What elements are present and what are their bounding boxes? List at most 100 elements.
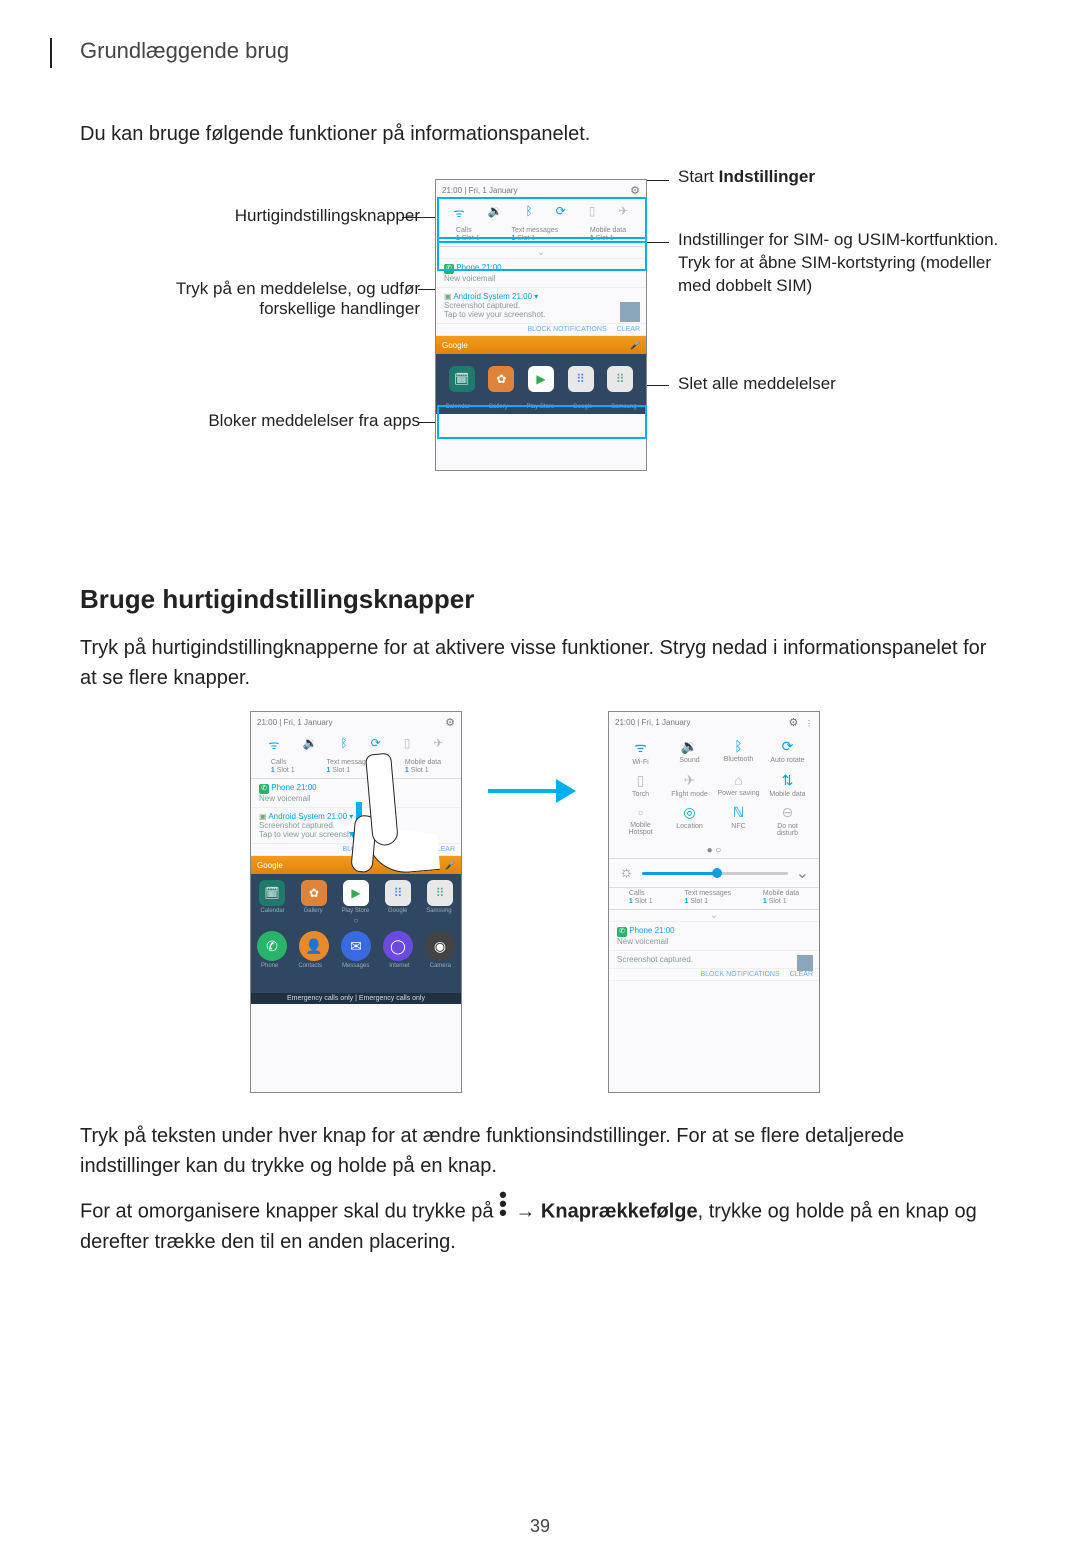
chevron-down-icon[interactable]: ⌄ — [796, 863, 809, 883]
qt-hotspot[interactable]: ▫Mobile Hotspot — [619, 804, 662, 837]
mic-icon[interactable]: 🎤 — [630, 341, 640, 350]
sound-icon[interactable]: 🔉 — [302, 736, 317, 753]
status-bar: 21:00 | Fri, 1 January ⚙ — [251, 712, 461, 732]
sim-calls[interactable]: Calls 1 Slot 1 — [456, 227, 480, 242]
location-icon: ◎ — [668, 804, 711, 821]
qt-rotate[interactable]: ⟳Auto rotate — [766, 738, 809, 766]
status-time: 21:00 | Fri, 1 January — [442, 186, 517, 195]
sound-icon: 🔉 — [668, 738, 711, 755]
sim-data[interactable]: Mobile data 1 Slot 1 — [590, 227, 626, 242]
dock-labels: Calendar Gallery Play Store Google Samsu… — [436, 404, 646, 414]
qt-location[interactable]: ◎Location — [668, 804, 711, 837]
messages-icon[interactable]: ✉ — [341, 931, 371, 961]
phone-screenshot-collapsed: 21:00 | Fri, 1 January ⚙ ᯤ 🔉 ᛒ ⟳ ▯ ✈ Cal… — [435, 179, 647, 471]
google-folder-icon[interactable]: ⠿ — [568, 366, 594, 392]
notification-item[interactable]: ✆ Phone 21:00 New voicemail — [436, 259, 646, 288]
samsung-folder-icon[interactable]: ⠿ — [607, 366, 633, 392]
leader-line — [402, 217, 436, 218]
more-icon[interactable]: ⋮ — [805, 719, 813, 728]
phone-icon[interactable]: ✆ — [257, 931, 287, 961]
section-paragraph-2: Tryk på teksten under hver knap for at æ… — [80, 1121, 1000, 1181]
leader-line — [647, 242, 669, 243]
brightness-slider[interactable]: ☼ ⌄ — [609, 858, 819, 888]
status-bar: 21:00 | Fri, 1 January ⚙ — [436, 180, 646, 200]
gallery-icon[interactable]: ✿ — [488, 366, 514, 392]
gear-icon[interactable]: ⚙ — [630, 184, 640, 197]
quick-settings-grid: ᯤWi-Fi 🔉Sound ᛒBluetooth ⟳Auto rotate ▯T… — [609, 732, 819, 843]
hand-illustration — [345, 748, 457, 896]
notification-actions: BLOCK NOTIFICATIONS CLEAR — [609, 969, 819, 981]
more-vert-icon: ••• — [499, 1191, 510, 1217]
callout-start-settings-bold: Indstillinger — [719, 167, 815, 186]
gear-icon[interactable]: ⚙ — [788, 717, 798, 729]
qt-bluetooth[interactable]: ᛒBluetooth — [717, 738, 760, 766]
figure-notifications: Hurtigindstillingsknapper Tryk på en med… — [80, 169, 1000, 539]
leader-line — [418, 422, 436, 423]
intro-paragraph: Du kan bruge følgende funktioner på info… — [80, 119, 1000, 149]
callout-notification: Tryk på en meddelelse, og udfør forskell… — [120, 279, 420, 319]
qt-sound[interactable]: 🔉Sound — [668, 738, 711, 766]
qt-power[interactable]: ⌂Power saving — [717, 772, 760, 798]
calendar-icon[interactable]: 🗓 — [449, 366, 475, 392]
slider-track[interactable] — [642, 872, 788, 875]
gear-icon[interactable]: ⚙ — [445, 716, 455, 729]
section-heading: Bruge hurtigindstillingsknapper — [80, 584, 1000, 615]
sim-row[interactable]: Calls 1 Slot 1 Text messages 1 Slot 1 Mo… — [436, 225, 646, 247]
qt-mobiledata[interactable]: ⇅Mobile data — [766, 772, 809, 798]
torch-icon[interactable]: ▯ — [589, 204, 596, 221]
sim-texts[interactable]: Text messages 1 Slot 1 — [511, 227, 558, 242]
flight-icon[interactable]: ✈ — [618, 204, 628, 221]
qt-nfc[interactable]: ℕNFC — [717, 804, 760, 837]
rotate-icon: ⟳ — [766, 738, 809, 755]
sim-handle[interactable]: ⌄ — [436, 247, 646, 259]
rotate-icon[interactable]: ⟳ — [371, 736, 381, 753]
clear-notifications-button[interactable]: CLEAR — [617, 326, 640, 333]
app-dock: 🗓 ✿ ▶ ⠿ ⠿ — [436, 354, 646, 404]
internet-icon[interactable]: ◯ — [383, 931, 413, 961]
contacts-icon[interactable]: 👤 — [299, 931, 329, 961]
quick-toggles-row[interactable]: ᯤ 🔉 ᛒ ⟳ ▯ ✈ — [436, 200, 646, 225]
page-indicator: ○ — [251, 914, 461, 925]
qt-torch[interactable]: ▯Torch — [619, 772, 662, 798]
flight-icon: ✈ — [668, 772, 711, 789]
wifi-icon[interactable]: ᯤ — [269, 736, 280, 753]
notification-item[interactable]: ▣ Android System 21:00 ▾ Screenshot capt… — [436, 288, 646, 324]
callout-clear-all: Slet alle meddelelser — [678, 374, 1008, 394]
gallery-icon[interactable]: ✿ — [301, 880, 327, 906]
emergency-bar: Emergency calls only | Emergency calls o… — [251, 993, 461, 1004]
sound-icon[interactable]: 🔉 — [487, 204, 502, 221]
rotate-icon[interactable]: ⟳ — [556, 204, 566, 221]
phone-screenshot-after: 21:00 | Fri, 1 January ⚙ ⋮ ᯤWi-Fi 🔉Sound… — [608, 711, 820, 1093]
section-paragraph-1: Tryk på hurtigindstillingknapperne for a… — [80, 633, 1000, 693]
hotspot-icon: ▫ — [619, 804, 662, 820]
qt-wifi[interactable]: ᯤWi-Fi — [619, 738, 662, 766]
page-tab-mark — [50, 38, 52, 68]
notification-item[interactable]: Screenshot captured. — [609, 951, 819, 969]
brightness-icon: ☼ — [619, 864, 634, 882]
calendar-icon[interactable]: 🗓 — [259, 880, 285, 906]
figure-swipe: 21:00 | Fri, 1 January ⚙ ᯤ 🔉 ᛒ ⟳ ▯ ✈ Cal… — [80, 711, 1000, 1121]
sim-handle[interactable]: ⌄ — [609, 910, 819, 922]
leader-line — [418, 289, 436, 290]
bluetooth-icon: ᛒ — [717, 738, 760, 754]
nfc-icon: ℕ — [717, 804, 760, 821]
notification-item[interactable]: ✆ Phone 21:00 New voicemail — [609, 922, 819, 951]
camera-icon[interactable]: ◉ — [425, 931, 455, 961]
phone-screenshot-before: 21:00 | Fri, 1 January ⚙ ᯤ 🔉 ᛒ ⟳ ▯ ✈ Cal… — [250, 711, 462, 1093]
power-icon: ⌂ — [717, 772, 760, 788]
page-header: Grundlæggende brug — [80, 38, 1000, 64]
qt-dnd[interactable]: ⊖Do not disturb — [766, 804, 809, 837]
play-store-icon[interactable]: ▶ — [528, 366, 554, 392]
block-notifications-button[interactable]: BLOCK NOTIFICATIONS — [527, 326, 606, 333]
bluetooth-icon[interactable]: ᛒ — [340, 736, 347, 753]
wifi-icon[interactable]: ᯤ — [454, 204, 465, 221]
callout-quick-settings: Hurtigindstillingsknapper — [120, 206, 420, 226]
dnd-icon: ⊖ — [766, 804, 809, 821]
torch-icon: ▯ — [619, 772, 662, 789]
bluetooth-icon[interactable]: ᛒ — [525, 204, 532, 221]
sim-row[interactable]: Calls1 Slot 1 Text messages1 Slot 1 Mobi… — [609, 888, 819, 910]
qt-flight[interactable]: ✈Flight mode — [668, 772, 711, 798]
google-search-bar[interactable]: Google 🎤 — [436, 336, 646, 354]
transition-arrow-icon — [488, 771, 578, 811]
leader-line — [647, 385, 669, 386]
